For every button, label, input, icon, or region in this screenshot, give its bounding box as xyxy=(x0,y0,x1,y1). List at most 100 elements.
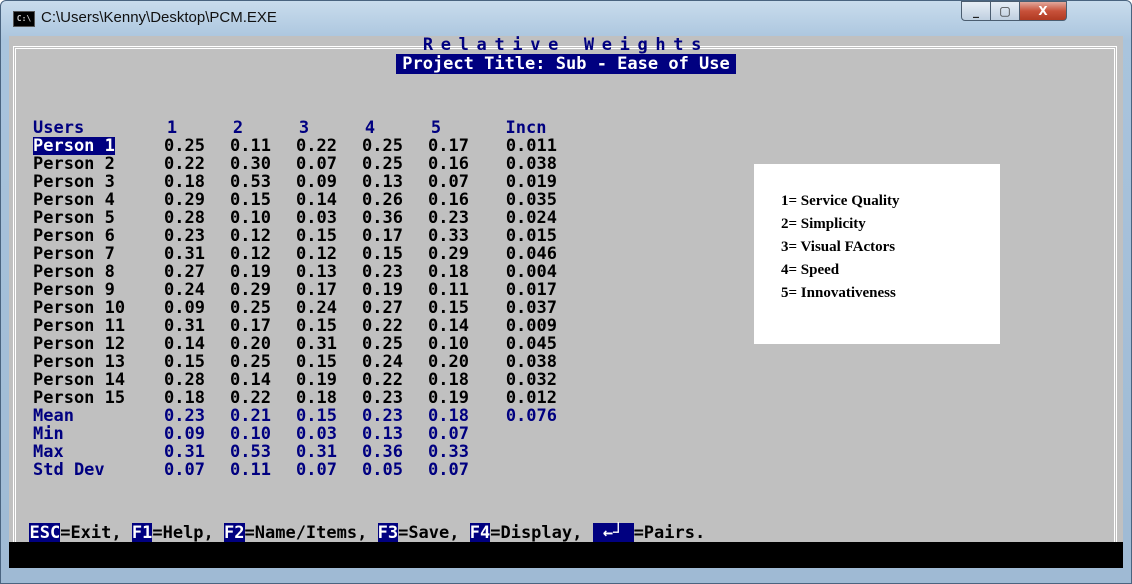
weight-cell: 0.18 xyxy=(428,262,469,282)
weight-cell: 0.31 xyxy=(164,442,205,462)
weight-cell: 0.07 xyxy=(164,460,205,480)
weight-cell: 0.24 xyxy=(164,280,205,300)
enter-key-icon[interactable]: ←┘ xyxy=(592,523,634,542)
weight-cell: 0.10 xyxy=(230,208,271,228)
weight-cell: 0.28 xyxy=(164,208,205,228)
function-key-f2[interactable]: F2 xyxy=(224,523,245,542)
legend-box: 1= Service Quality 2= Simplicity 3= Visual… xyxy=(754,164,1000,344)
title-bar[interactable]: C:\ C:\Users\Kenny\Desktop\PCM.EXE _ ▢ X xyxy=(1,1,1131,35)
weight-cell: 0.28 xyxy=(164,370,205,390)
user-name-cell[interactable]: Person 14 xyxy=(33,371,125,389)
weight-cell: 0.03 xyxy=(296,208,337,228)
weight-cell: 0.15 xyxy=(296,352,337,372)
inconsistency-cell: 0.012 xyxy=(505,388,557,408)
user-name-cell[interactable]: Person 4 xyxy=(33,191,115,209)
weight-cell: 0.31 xyxy=(296,334,337,354)
weight-cell: 0.27 xyxy=(362,298,403,318)
key-action-label: =Exit, xyxy=(60,523,122,542)
weight-cell: 0.25 xyxy=(230,352,271,372)
weight-cell: 0.23 xyxy=(362,262,403,282)
weight-cell: 0.23 xyxy=(362,406,403,426)
key-help-bar: ESC=Exit, F1=Help, F2=Name/Items, F3=Sav… xyxy=(9,523,1123,542)
screen-title: Relative Weights xyxy=(422,36,710,55)
inconsistency-cell: 0.037 xyxy=(505,298,557,318)
console-icon[interactable]: C:\ xyxy=(13,11,35,27)
stat-label: Std Dev xyxy=(33,460,105,480)
console-window: C:\ C:\Users\Kenny\Desktop\PCM.EXE _ ▢ X… xyxy=(0,0,1132,584)
window-title: C:\Users\Kenny\Desktop\PCM.EXE xyxy=(41,9,277,26)
user-name-cell[interactable]: Person 6 xyxy=(33,227,115,245)
stat-label: Min xyxy=(33,424,64,444)
weight-cell: 0.17 xyxy=(428,136,469,156)
weight-cell: 0.03 xyxy=(296,424,337,444)
user-name-cell[interactable]: Person 2 xyxy=(33,155,115,173)
weight-cell: 0.29 xyxy=(230,280,271,300)
weight-cell: 0.14 xyxy=(296,190,337,210)
key-action-label: =Pairs. xyxy=(633,523,706,542)
weight-cell: 0.29 xyxy=(164,190,205,210)
weight-cell: 0.23 xyxy=(362,388,403,408)
table-header-col: 5 xyxy=(430,118,442,138)
legend-item: 3= Visual FActors xyxy=(781,239,896,255)
weight-cell: 0.07 xyxy=(296,154,337,174)
legend-item: 4= Speed xyxy=(781,262,840,278)
inconsistency-cell: 0.038 xyxy=(505,154,557,174)
user-name-cell[interactable]: Person 11 xyxy=(33,317,125,335)
user-name-cell[interactable]: Person 5 xyxy=(33,209,115,227)
user-name-cell[interactable]: Person 7 xyxy=(33,245,115,263)
weight-cell: 0.11 xyxy=(230,136,271,156)
weight-cell: 0.24 xyxy=(296,298,337,318)
weight-cell: 0.18 xyxy=(296,388,337,408)
inconsistency-cell: 0.032 xyxy=(505,370,557,390)
user-name-cell[interactable]: Person 10 xyxy=(33,299,125,317)
weight-cell: 0.07 xyxy=(428,172,469,192)
console-area[interactable]: Relative Weights Project Title: Sub - Ea… xyxy=(9,36,1123,542)
weight-cell: 0.18 xyxy=(164,172,205,192)
user-name-cell[interactable]: Person 8 xyxy=(33,263,115,281)
weight-cell: 0.23 xyxy=(164,406,205,426)
function-key-f4[interactable]: F4 xyxy=(469,523,491,542)
weight-cell: 0.22 xyxy=(296,136,337,156)
table-header-col: 3 xyxy=(298,118,310,138)
table-header-col: Incn xyxy=(505,118,547,138)
weight-cell: 0.17 xyxy=(230,316,271,336)
function-key-f3[interactable]: F3 xyxy=(377,523,399,542)
weight-cell: 0.20 xyxy=(230,334,271,354)
table-header-col: 2 xyxy=(232,118,244,138)
inconsistency-cell: 0.009 xyxy=(505,316,557,336)
weight-cell: 0.22 xyxy=(230,388,271,408)
key-action-label: =Display, xyxy=(490,523,583,542)
key-action-label: =Help, xyxy=(152,523,214,542)
weight-cell: 0.13 xyxy=(362,172,403,192)
weight-cell: 0.19 xyxy=(428,388,469,408)
user-name-cell[interactable]: Person 1 xyxy=(33,137,115,155)
weight-cell: 0.20 xyxy=(428,352,469,372)
weight-cell: 0.09 xyxy=(164,298,205,318)
minimize-button[interactable]: _ xyxy=(961,1,991,21)
function-key-f1[interactable]: F1 xyxy=(131,523,153,542)
user-name-cell[interactable]: Person 9 xyxy=(33,281,115,299)
weight-cell: 0.12 xyxy=(230,226,271,246)
user-name-cell[interactable]: Person 13 xyxy=(33,353,125,371)
weight-cell: 0.53 xyxy=(230,172,271,192)
function-key-esc[interactable]: ESC xyxy=(29,523,61,542)
weight-cell: 0.33 xyxy=(428,442,469,462)
weight-cell: 0.18 xyxy=(428,406,469,426)
legend-item: 1= Service Quality xyxy=(781,193,900,209)
weight-cell: 0.22 xyxy=(164,154,205,174)
weight-cell: 0.10 xyxy=(230,424,271,444)
weight-cell: 0.19 xyxy=(362,280,403,300)
close-button[interactable]: X xyxy=(1019,1,1067,21)
legend-item: 5= Innovativeness xyxy=(781,285,896,301)
stat-label: Mean xyxy=(33,406,74,426)
weight-cell: 0.36 xyxy=(362,442,403,462)
weight-cell: 0.18 xyxy=(164,388,205,408)
weight-cell: 0.26 xyxy=(362,190,403,210)
user-name-cell[interactable]: Person 15 xyxy=(33,389,125,407)
maximize-button[interactable]: ▢ xyxy=(990,1,1020,21)
user-name-cell[interactable]: Person 3 xyxy=(33,173,115,191)
user-name-cell[interactable]: Person 12 xyxy=(33,335,125,353)
weight-cell: 0.30 xyxy=(230,154,271,174)
inconsistency-cell: 0.017 xyxy=(505,280,557,300)
weight-cell: 0.07 xyxy=(296,460,337,480)
